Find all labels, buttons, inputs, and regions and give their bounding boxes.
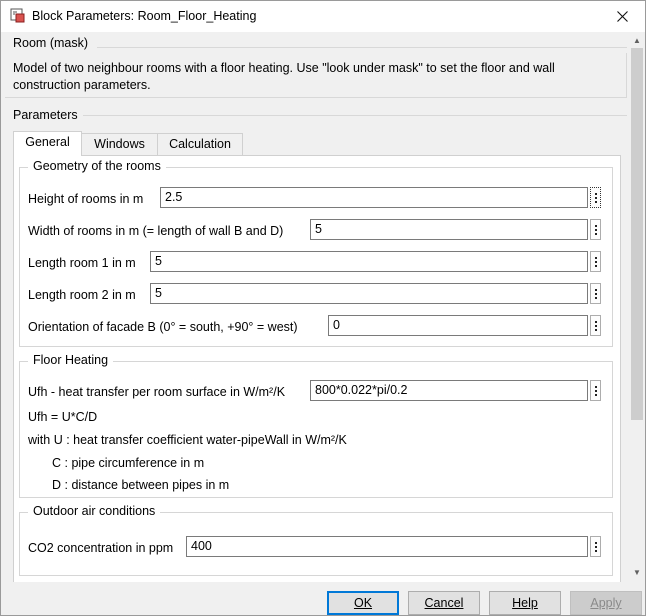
tab-calculation[interactable]: Calculation <box>157 133 243 155</box>
cancel-button-label: Cancel <box>424 596 464 610</box>
height-label: Height of rooms in m <box>28 192 144 206</box>
apply-button[interactable]: Apply <box>570 591 642 615</box>
ufh-note-c: C : pipe circumference in m <box>52 456 205 470</box>
cancel-button[interactable]: Cancel <box>408 591 480 615</box>
apply-button-label: Apply <box>590 596 622 610</box>
dialog-footer: OK Cancel Help Apply <box>1 582 645 615</box>
ok-button-label: OK <box>353 596 373 610</box>
length-room2-options-button[interactable] <box>590 283 601 304</box>
scroll-down-arrow-icon[interactable]: ▼ <box>629 566 645 580</box>
scroll-up-arrow-icon[interactable]: ▲ <box>629 34 645 48</box>
co2-options-button[interactable] <box>590 536 601 557</box>
tab-calculation-label: Calculation <box>169 137 231 151</box>
tab-general[interactable]: General <box>13 131 82 156</box>
block-parameters-dialog: Block Parameters: Room_Floor_Heating Roo… <box>0 0 646 616</box>
length-room1-input[interactable]: 5 <box>150 251 588 272</box>
mask-description: Model of two neighbour rooms with a floo… <box>13 61 555 92</box>
close-icon <box>616 11 628 22</box>
tab-windows-label: Windows <box>94 137 145 151</box>
length-room1-options-button[interactable] <box>590 251 601 272</box>
length-room1-label: Length room 1 in m <box>28 256 136 270</box>
ufh-options-button[interactable] <box>590 380 601 401</box>
ufh-note-d: D : distance between pipes in m <box>52 478 230 492</box>
ufh-label: Ufh - heat transfer per room surface in … <box>28 385 286 399</box>
close-button[interactable] <box>599 1 645 32</box>
orientation-label: Orientation of facade B (0° = south, +90… <box>28 320 298 334</box>
height-options-button[interactable] <box>590 187 601 208</box>
length-room2-label: Length room 2 in m <box>28 288 136 302</box>
parameters-section-divider <box>83 115 627 116</box>
co2-input[interactable]: 400 <box>186 536 588 557</box>
floor-heating-group-title: Floor Heating <box>28 353 114 367</box>
width-label: Width of rooms in m (= length of wall B … <box>28 224 284 238</box>
co2-label: CO2 concentration in ppm <box>28 541 174 555</box>
outdoor-group-title: Outdoor air conditions <box>28 504 161 518</box>
tab-panel-general: Geometry of the rooms Height of rooms in… <box>13 155 621 582</box>
length-room2-input[interactable]: 5 <box>150 283 588 304</box>
window-title: Block Parameters: Room_Floor_Heating <box>32 9 257 23</box>
ufh-note-u: with U : heat transfer coefficient water… <box>28 433 347 447</box>
orientation-input[interactable]: 0 <box>328 315 588 336</box>
ok-button[interactable]: OK <box>327 591 399 615</box>
outdoor-group: Outdoor air conditions CO2 concentration… <box>19 504 613 576</box>
simulink-block-icon <box>10 8 25 23</box>
height-input[interactable]: 2.5 <box>160 187 588 208</box>
mask-section-divider <box>97 47 627 48</box>
help-button[interactable]: Help <box>489 591 561 615</box>
tab-general-label: General <box>25 135 70 149</box>
vertical-scrollbar[interactable]: ▲ ▼ <box>629 32 645 582</box>
dialog-content: Room (mask) Model of two neighbour rooms… <box>1 32 629 582</box>
width-input[interactable]: 5 <box>310 219 588 240</box>
width-options-button[interactable] <box>590 219 601 240</box>
ufh-formula: Ufh = U*C/D <box>28 410 98 424</box>
scrollbar-thumb[interactable] <box>631 48 643 420</box>
orientation-options-button[interactable] <box>590 315 601 336</box>
parameters-section-title: Parameters <box>13 108 78 122</box>
ufh-input[interactable]: 800*0.022*pi/0.2 <box>310 380 588 401</box>
title-bar: Block Parameters: Room_Floor_Heating <box>1 1 645 32</box>
geometry-group-title: Geometry of the rooms <box>28 159 166 173</box>
help-button-label: Help <box>512 596 538 610</box>
mask-section-title: Room (mask) <box>13 36 89 50</box>
geometry-group: Geometry of the rooms Height of rooms in… <box>19 159 613 347</box>
tab-windows[interactable]: Windows <box>81 133 158 155</box>
floor-heating-group: Floor Heating Ufh - heat transfer per ro… <box>19 353 613 498</box>
